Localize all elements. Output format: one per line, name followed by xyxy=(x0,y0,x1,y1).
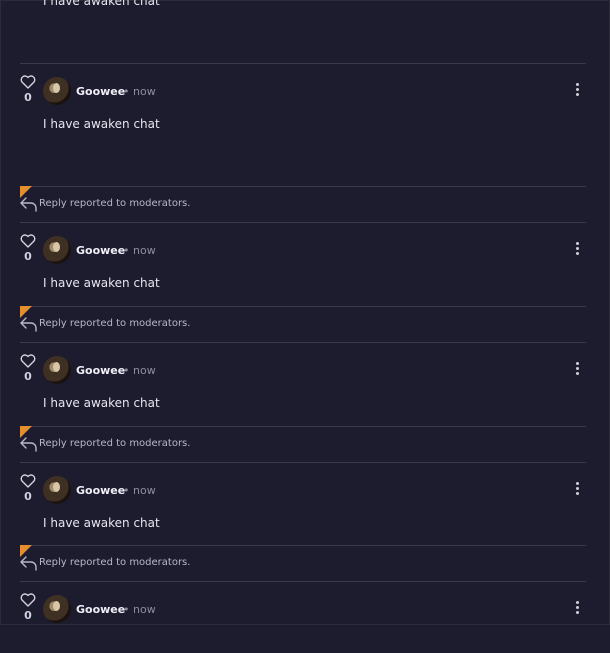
report-notice: Reply reported to moderators. xyxy=(20,426,220,452)
like-control[interactable]: 0 xyxy=(20,474,36,503)
separator: • xyxy=(123,364,130,377)
heart-icon[interactable] xyxy=(20,354,36,368)
report-notice: Reply reported to moderators. xyxy=(20,545,220,571)
comment-text: I have awaken chat xyxy=(43,276,160,290)
like-count: 0 xyxy=(24,609,32,622)
report-text: Reply reported to moderators. xyxy=(39,557,191,568)
report-notice: Reply reported to moderators. xyxy=(20,306,220,332)
more-options-icon[interactable] xyxy=(574,601,582,617)
timestamp: now xyxy=(133,484,156,497)
heart-icon[interactable] xyxy=(20,474,36,488)
divider xyxy=(20,63,586,64)
like-count: 0 xyxy=(24,490,32,503)
like-control[interactable]: 0 xyxy=(20,354,36,383)
avatar[interactable] xyxy=(43,476,71,504)
more-options-icon[interactable] xyxy=(574,362,582,378)
avatar[interactable] xyxy=(43,77,71,105)
heart-icon[interactable] xyxy=(20,234,36,248)
username[interactable]: Goowee xyxy=(76,85,125,98)
separator: • xyxy=(123,85,130,98)
like-count: 0 xyxy=(24,250,32,263)
username[interactable]: Goowee xyxy=(76,244,125,257)
separator: • xyxy=(123,244,130,257)
username[interactable]: Goowee xyxy=(76,364,125,377)
comment: 0 Goowee • now I have awaken chat xyxy=(0,234,610,294)
report-text: Reply reported to moderators. xyxy=(39,318,191,329)
comment-text: I have awaken chat xyxy=(43,0,160,8)
separator: • xyxy=(123,484,130,497)
like-count: 0 xyxy=(24,370,32,383)
separator: • xyxy=(123,603,130,616)
comment: 0 Goowee • now I have awaken chat xyxy=(0,75,610,135)
reply-arrow-icon xyxy=(20,437,37,452)
like-control[interactable]: 0 xyxy=(20,234,36,263)
comment: 0 Goowee • now xyxy=(0,593,610,653)
divider xyxy=(20,222,586,223)
comment-text: I have awaken chat xyxy=(43,516,160,530)
report-notice: Reply reported to moderators. xyxy=(20,186,220,212)
timestamp: now xyxy=(133,364,156,377)
comment: 0 Goowee • now I have awaken chat xyxy=(0,474,610,534)
divider xyxy=(20,342,586,343)
more-options-icon[interactable] xyxy=(574,83,582,99)
avatar[interactable] xyxy=(43,236,71,264)
reply-arrow-icon xyxy=(20,317,37,332)
like-control[interactable]: 0 xyxy=(20,593,36,622)
like-control[interactable]: 0 xyxy=(20,75,36,104)
more-options-icon[interactable] xyxy=(574,242,582,258)
username[interactable]: Goowee xyxy=(76,603,125,616)
heart-icon[interactable] xyxy=(20,75,36,89)
avatar[interactable] xyxy=(43,595,71,623)
heart-icon[interactable] xyxy=(20,593,36,607)
like-count: 0 xyxy=(24,91,32,104)
reply-arrow-icon xyxy=(20,197,37,212)
username[interactable]: Goowee xyxy=(76,484,125,497)
comment-text: I have awaken chat xyxy=(43,396,160,410)
timestamp: now xyxy=(133,603,156,616)
report-text: Reply reported to moderators. xyxy=(39,438,191,449)
timestamp: now xyxy=(133,85,156,98)
comment-text: I have awaken chat xyxy=(43,117,160,131)
more-options-icon[interactable] xyxy=(574,482,582,498)
report-text: Reply reported to moderators. xyxy=(39,198,191,209)
reply-arrow-icon xyxy=(20,556,37,571)
divider xyxy=(20,581,586,582)
timestamp: now xyxy=(133,244,156,257)
avatar[interactable] xyxy=(43,356,71,384)
divider xyxy=(20,462,586,463)
comment: 0 Goowee • now I have awaken chat xyxy=(0,354,610,414)
